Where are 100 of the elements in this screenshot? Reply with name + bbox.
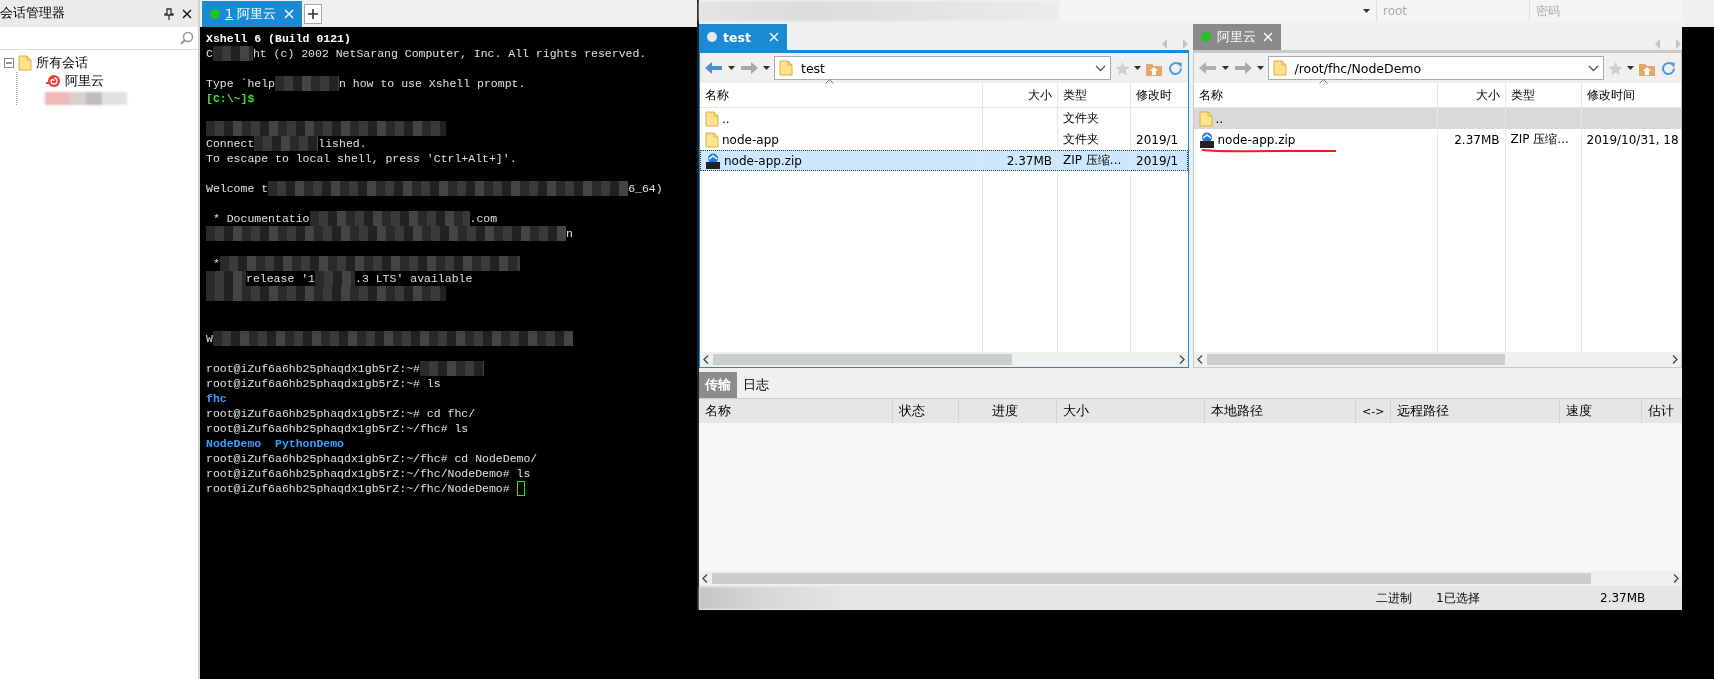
terminal-text: release '1 <box>246 271 315 286</box>
terminal-text: Type `help <box>206 76 275 91</box>
caret-icon[interactable] <box>1627 66 1634 70</box>
scroll-left-icon[interactable] <box>1196 355 1203 364</box>
file-row[interactable]: node-app.zip 2.37MB ZIP 压缩... 2019/1 <box>700 150 1188 171</box>
file-type: ZIP 压缩... <box>1063 152 1122 169</box>
caret-icon[interactable] <box>1133 66 1141 70</box>
new-tab-button[interactable] <box>304 4 322 24</box>
column-header[interactable]: 名称 <box>1193 83 1438 107</box>
scroll-left-icon[interactable] <box>702 574 708 583</box>
scroll-left-icon[interactable] <box>703 355 709 364</box>
refresh-icon[interactable] <box>1166 59 1184 77</box>
pixelated-redaction <box>275 76 339 91</box>
terminal-text: Xshell 6 (Build 0121) <box>206 31 351 46</box>
terminal-text: To escape to local shell, press 'Ctrl+Alt+]'. <box>206 151 517 166</box>
status-dot-icon <box>210 9 220 19</box>
path-field[interactable]: test <box>774 56 1111 80</box>
folder-icon <box>705 131 719 148</box>
terminal-text: NodeDemo PythonDemo <box>206 436 345 451</box>
sort-caret-icon[interactable] <box>1318 79 1328 84</box>
caret-icon[interactable] <box>763 66 770 70</box>
chevron-icon[interactable] <box>1588 64 1599 72</box>
horizontal-scrollbar[interactable] <box>1193 352 1681 367</box>
column-header[interactable]: 进度 <box>959 399 1057 423</box>
folder-icon <box>1272 60 1287 76</box>
scroll-right-icon[interactable] <box>1672 355 1678 364</box>
column-header[interactable]: 修改时间 <box>1581 83 1681 107</box>
plus-icon <box>308 9 318 19</box>
folder-icon <box>18 55 32 71</box>
terminal-text: .3 LTS' available <box>355 271 473 286</box>
caret-icon[interactable] <box>1363 9 1370 13</box>
path-field[interactable]: /root/fhc/NodeDemo <box>1267 56 1604 80</box>
swirl-icon <box>45 74 61 88</box>
column-header[interactable]: 估计 <box>1642 399 1682 423</box>
panel-tab[interactable]: 日志 <box>737 372 775 398</box>
session-item[interactable]: 阿里云 <box>65 72 104 90</box>
refresh-icon[interactable] <box>1660 59 1677 77</box>
file-name: .. <box>722 111 730 126</box>
session-tab[interactable]: 1 阿里云 <box>202 1 302 27</box>
pixelated-redaction <box>419 361 484 376</box>
column-header[interactable]: 类型 <box>1505 83 1582 107</box>
terminal-text: fhc <box>206 391 227 406</box>
zip-file-icon <box>705 152 721 169</box>
terminal-text: Connect <box>206 136 255 151</box>
column-header[interactable]: 远程路径 <box>1391 399 1560 423</box>
column-header[interactable]: 名称 <box>700 83 983 107</box>
column-header[interactable]: 修改时 <box>1131 83 1188 107</box>
horizontal-scrollbar[interactable] <box>700 352 1188 367</box>
file-row[interactable]: node-app.zip 2.37MB ZIP 压缩... 2019/10/31, 18 <box>1193 129 1681 150</box>
terminal-text: root@iZuf6a6hb25phaqdx1gb5rZ:~/fhc/NodeDemo# <box>206 481 511 496</box>
folder-icon <box>779 60 793 76</box>
modified-date: 2019/10/31, 18 <box>1586 132 1679 147</box>
terminal-text: root@iZuf6a6hb25phaqdx1gb5rZ:~# cd fhc/ <box>206 406 476 421</box>
terminal-text: ht (c) 2002 NetSarang Computer, Inc. All rights reserved. <box>252 46 647 61</box>
terminal-text: root@iZuf6a6hb25phaqdx1gb5rZ:~/fhc/NodeDemo# ls <box>206 466 531 481</box>
column-header[interactable]: <-> <box>1356 399 1391 423</box>
caret-icon[interactable] <box>1221 66 1229 70</box>
caret-icon[interactable] <box>1256 66 1264 70</box>
column-header[interactable]: 速度 <box>1560 399 1642 423</box>
pixelated-redaction <box>212 46 253 61</box>
zip-file-icon <box>1198 131 1215 148</box>
terminal-text: C <box>206 46 213 61</box>
terminal-text: * Documentatio <box>211 211 310 226</box>
column-header[interactable]: 状态 <box>893 399 959 423</box>
terminal-text: * <box>211 256 220 271</box>
sort-caret-icon[interactable] <box>825 79 834 84</box>
terminal-text: Welcome t <box>206 181 269 196</box>
terminal-text: root@iZuf6a6hb25phaqdx1gb5rZ:~# <box>206 361 420 376</box>
terminal-text: 6_64) <box>628 181 663 196</box>
scroll-right-icon[interactable] <box>1178 355 1185 364</box>
terminal-text: [C:\~]$ <box>206 91 255 106</box>
search-icon[interactable] <box>180 31 194 45</box>
star-icon[interactable] <box>1114 60 1130 76</box>
file-name: node-app.zip <box>1217 132 1296 147</box>
collapse-icon[interactable] <box>4 58 14 68</box>
column-header[interactable]: 类型 <box>1058 83 1131 107</box>
column-header[interactable]: 大小 <box>983 83 1058 107</box>
file-type: 文件夹 <box>1063 110 1099 127</box>
terminal-text: W <box>206 331 213 346</box>
column-header[interactable]: 名称 <box>699 399 893 423</box>
pane-tab[interactable]: test <box>699 24 787 50</box>
horizontal-scrollbar[interactable] <box>699 571 1682 586</box>
panel-title: 会话管理器 <box>0 5 66 22</box>
file-name: node-app <box>722 132 779 147</box>
caret-icon[interactable] <box>728 66 735 70</box>
scroll-right-icon[interactable] <box>1673 574 1679 583</box>
folder-icon <box>1198 110 1213 127</box>
file-row[interactable]: .. 文件夹 <box>700 108 1188 129</box>
column-header[interactable]: 大小 <box>1057 399 1205 423</box>
file-size: 2.37MB <box>1454 132 1500 147</box>
chevron-icon[interactable] <box>1094 64 1106 72</box>
column-header[interactable]: 大小 <box>1437 83 1506 107</box>
folder-label[interactable]: 所有会话 <box>36 54 88 72</box>
close-icon[interactable] <box>182 8 192 19</box>
star-icon[interactable] <box>1608 60 1623 76</box>
pin-icon[interactable] <box>164 7 174 20</box>
column-header[interactable]: 本地路径 <box>1205 399 1356 423</box>
terminal-text: root@iZuf6a6hb25phaqdx1gb5rZ:~/fhc# cd NodeDemo/ <box>206 451 538 466</box>
file-row[interactable]: .. <box>1193 108 1681 129</box>
terminal-text: lished. <box>318 136 367 151</box>
